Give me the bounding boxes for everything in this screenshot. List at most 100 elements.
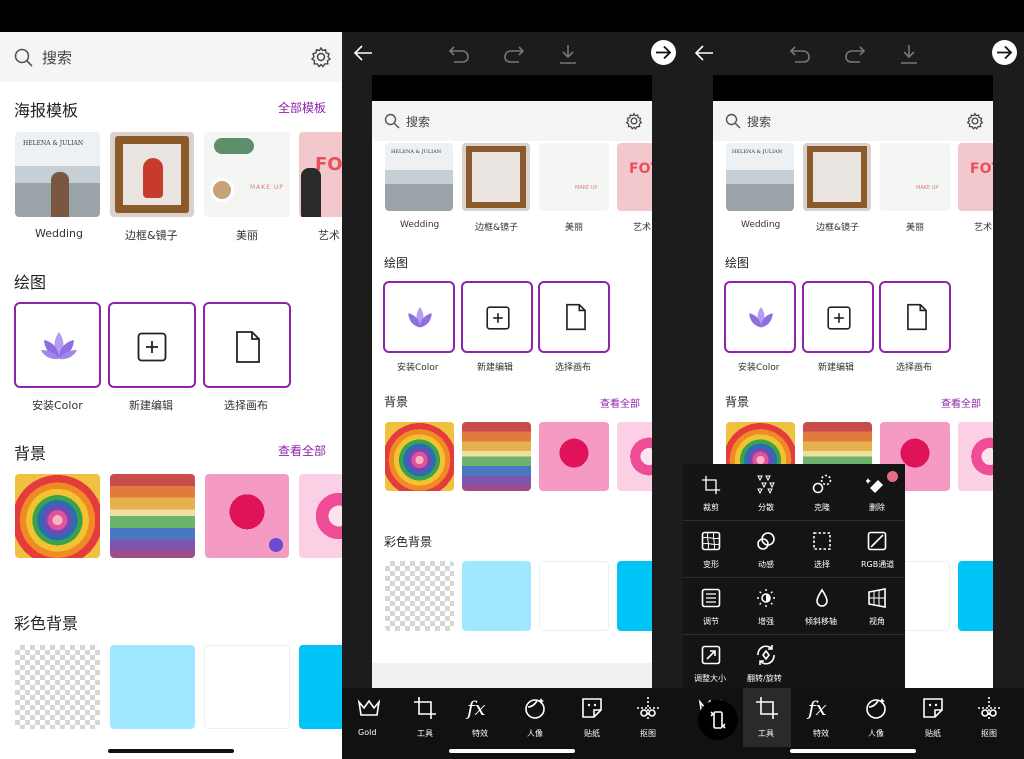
tool-disperse[interactable]: 分散 <box>738 464 794 520</box>
select-icon <box>813 532 831 550</box>
bg-white <box>539 561 609 631</box>
draw-tile-label: 安装Color <box>397 363 439 373</box>
bg-pink-heart-2[interactable] <box>299 474 342 558</box>
poster-thumb-frame[interactable] <box>110 132 194 217</box>
bottom-tool-label: 抠图 <box>640 729 656 738</box>
tool-adjust[interactable]: 调节 <box>683 578 738 634</box>
portrait-figure <box>143 158 163 198</box>
poster-thumb-text: HELENA & JULIAN <box>23 140 84 147</box>
poster-label: Wedding <box>35 227 83 240</box>
bottom-tool-tools-active[interactable]: 工具 <box>743 688 791 747</box>
tool-label: 翻转/旋转 <box>747 674 782 683</box>
install-color-tile[interactable] <box>14 302 101 388</box>
bg-rainbow-heart[interactable] <box>15 474 100 558</box>
bottom-tool-label: 人像 <box>868 729 884 738</box>
tools-popup-menu: 裁剪 分散 克隆 删除 变形 动感 选择 RGB通道 调节 增强 倾斜移轴 视角… <box>683 464 905 690</box>
enhance-icon <box>757 589 775 607</box>
bg-white[interactable] <box>204 645 290 729</box>
bg-pink-heart[interactable] <box>205 474 289 558</box>
tool-label: 视角 <box>869 617 885 626</box>
tool-label: 增强 <box>758 617 774 626</box>
poster-thumb-wedding: HELENA & JULIAN <box>726 143 794 211</box>
next-button[interactable] <box>992 40 1017 65</box>
bottom-tool-gold[interactable]: Gold <box>354 696 384 738</box>
tool-resize[interactable]: 调整大小 <box>683 635 738 690</box>
download-icon[interactable] <box>558 43 578 65</box>
bottom-tool-label: 贴纸 <box>925 729 941 738</box>
bottom-tool-portrait[interactable]: 人像 <box>861 696 891 738</box>
redo-icon[interactable] <box>503 44 525 64</box>
plus-square-icon <box>137 332 167 362</box>
poster-thumb-art[interactable]: FOT <box>299 132 342 217</box>
poster-label: 边框&镜子 <box>125 229 178 242</box>
tool-select[interactable]: 选择 <box>794 521 849 577</box>
draw-tile-label: 新建编辑 <box>129 399 173 412</box>
view-all-link[interactable]: 查看全部 <box>278 442 326 459</box>
tool-motion[interactable]: 动感 <box>738 521 794 577</box>
adjust-icon <box>701 588 721 608</box>
coffee-cup <box>210 178 234 202</box>
perspective-icon <box>868 588 886 608</box>
download-icon[interactable] <box>899 43 919 65</box>
bottom-tool-sticker[interactable]: 贴纸 <box>577 696 607 738</box>
new-edit-tile[interactable] <box>108 302 196 388</box>
search-bar[interactable]: 搜索 <box>0 32 342 82</box>
couple-figure <box>51 172 69 217</box>
new-edit-tile <box>802 281 874 353</box>
gear-icon[interactable] <box>310 46 332 68</box>
bottom-tool-label: 工具 <box>758 729 774 738</box>
tool-label: RGB通道 <box>861 560 895 569</box>
rotate-device-button[interactable] <box>698 700 738 740</box>
bg-pink-heart-2 <box>617 422 652 491</box>
bg-light-blue[interactable] <box>110 645 195 729</box>
tool-label: 分散 <box>758 503 774 512</box>
poster-label: Wedding <box>741 220 781 230</box>
tool-flip-rotate[interactable]: 翻转/旋转 <box>738 635 794 690</box>
bottom-tool-effects[interactable]: fx 特效 <box>465 696 495 738</box>
tool-crop[interactable]: 裁剪 <box>683 464 738 520</box>
bg-transparent[interactable] <box>15 645 100 729</box>
eraser-icon <box>866 478 883 493</box>
tool-label: 裁剪 <box>703 503 719 512</box>
bottom-tool-portrait[interactable]: 人像 <box>520 696 550 738</box>
bottom-tool-tools[interactable]: 工具 <box>410 696 440 738</box>
bg-rainbow-stripes[interactable] <box>110 474 195 558</box>
bottom-tool-effects[interactable]: fx 特效 <box>806 696 836 738</box>
select-canvas-tile[interactable] <box>203 302 291 388</box>
draw-tile-label: 选择画布 <box>555 363 592 373</box>
next-button[interactable] <box>651 40 676 65</box>
bg-cyan[interactable] <box>299 645 342 729</box>
sticker-icon <box>923 698 943 718</box>
crown-icon <box>357 699 381 716</box>
tool-perspective[interactable]: 视角 <box>849 578 905 634</box>
tool-label: 倾斜移轴 <box>805 617 837 626</box>
all-templates-link[interactable]: 全部模板 <box>278 99 326 116</box>
bottom-tool-cutout[interactable]: 抠图 <box>974 696 1004 738</box>
poster-label: 艺术 <box>633 223 652 233</box>
search-icon <box>384 113 400 129</box>
bottom-tool-sticker[interactable]: 贴纸 <box>918 696 948 738</box>
tool-remove[interactable]: 删除 <box>849 464 905 520</box>
tool-label: 删除 <box>869 503 885 512</box>
bottom-toolbar: Gold 工具 fx 特效 人像 贴纸 抠图 <box>342 688 683 759</box>
search-input[interactable]: 搜索 <box>42 47 72 68</box>
canvas-area[interactable]: 搜索 HELENA & JULIAN Wedding 边框&镜子 MAKE UP… <box>372 75 652 688</box>
tool-tiltshift[interactable]: 倾斜移轴 <box>794 578 849 634</box>
canvas-screenshot: 搜索 HELENA & JULIAN Wedding 边框&镜子 MAKE UP… <box>372 101 652 688</box>
background-section-title: 背景 <box>725 395 750 409</box>
new-edit-tile <box>461 281 533 353</box>
tool-warp[interactable]: 变形 <box>683 521 738 577</box>
undo-icon[interactable] <box>448 44 470 64</box>
bg-pink-heart-2 <box>958 422 993 491</box>
back-arrow-icon[interactable] <box>352 43 374 63</box>
tool-clone[interactable]: 克隆 <box>794 464 849 520</box>
poster-thumb-beauty[interactable]: MAKE UP <box>204 132 290 217</box>
tool-rgb[interactable]: RGB通道 <box>849 521 905 577</box>
tool-enhance[interactable]: 增强 <box>738 578 794 634</box>
draw-tile-label: 新建编辑 <box>477 363 514 373</box>
bottom-tool-cutout[interactable]: 抠图 <box>633 696 663 738</box>
poster-thumb-wedding[interactable]: HELENA & JULIAN <box>15 132 100 217</box>
undo-icon[interactable] <box>789 44 811 64</box>
redo-icon[interactable] <box>844 44 866 64</box>
back-arrow-icon[interactable] <box>693 43 715 63</box>
